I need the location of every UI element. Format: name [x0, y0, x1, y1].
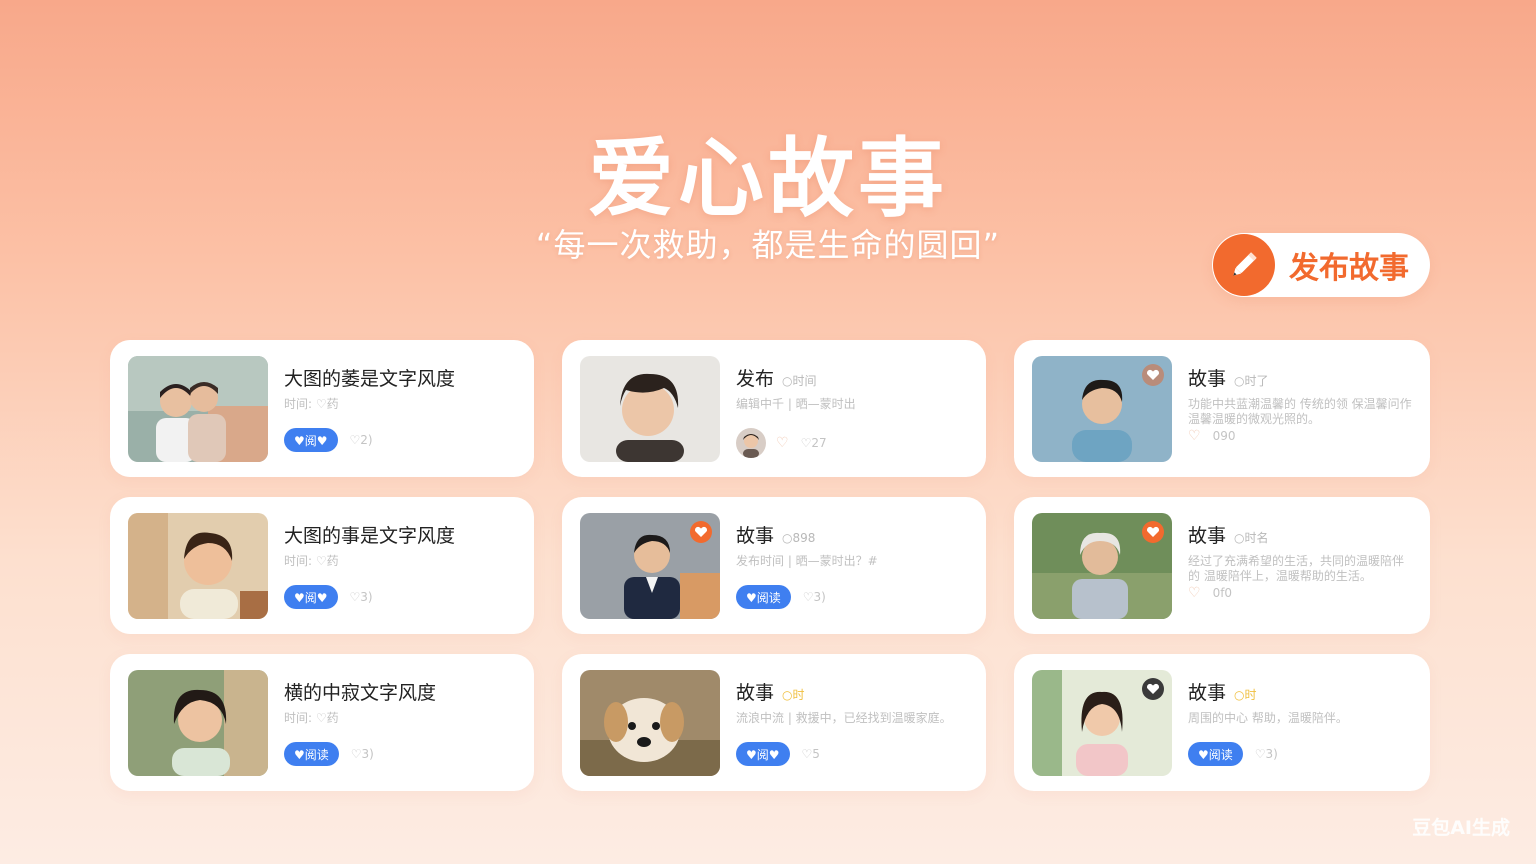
read-button[interactable]: ♥阅读	[736, 585, 791, 609]
card-meta: 时间: ♡药	[284, 397, 339, 411]
card-meta: 功能中共蓝潮温馨的 传统的领 保温馨问作 温馨温暖的微观光照的。	[1188, 397, 1412, 426]
story-image-couple	[128, 356, 268, 462]
heart-icon[interactable]: ♡	[776, 435, 789, 451]
card-meta: 经过了充满希望的生活，共同的温暖陪伴的 温暖陪伴上，温暖帮助的生活。	[1188, 554, 1405, 583]
like-count[interactable]: ♡2)	[350, 433, 373, 447]
read-button[interactable]: ♥阅♥	[736, 742, 790, 766]
like-count[interactable]: ♡5	[802, 747, 820, 761]
story-image-dog	[580, 670, 720, 776]
story-image-woman	[580, 356, 720, 462]
story-card[interactable]: 故事 ○时了 功能中共蓝潮温馨的 传统的领 保温馨问作 温馨温暖的微观光照的。 ♡…	[1014, 340, 1430, 477]
story-image-girl	[128, 670, 268, 776]
card-title: 故事 ○898	[736, 525, 816, 547]
story-card[interactable]: 故事 ○时名 经过了充满希望的生活，共同的温暖陪伴的 温暖陪伴上，温暖帮助的生活。…	[1014, 497, 1430, 634]
like-count[interactable]: ♡3)	[803, 590, 826, 604]
like-count[interactable]: 090	[1213, 429, 1236, 443]
story-card[interactable]: 故事 ○时 流浪中流 | 救援中，已经找到温暖家庭。 ♥阅♥ ♡5	[562, 654, 986, 791]
story-card[interactable]: 发布 ○时间 编辑中千 | 晒—蒙时出 ♡ ♡27	[562, 340, 986, 477]
card-meta: 周围的中心 帮助，温暖陪伴。	[1188, 711, 1348, 725]
card-title: 故事 ○时名	[1188, 525, 1269, 547]
read-button[interactable]: ♥阅读	[1188, 742, 1243, 766]
publish-button-label: 发布故事	[1289, 251, 1409, 286]
card-meta: 发布时间 | 晒—蒙时出？#	[736, 554, 878, 568]
read-button[interactable]: ♥阅♥	[284, 585, 338, 609]
heart-icon[interactable]	[1142, 364, 1164, 386]
story-card[interactable]: 故事 ○898 发布时间 | 晒—蒙时出？# ♥阅读 ♡3)	[562, 497, 986, 634]
card-meta: 编辑中千 | 晒—蒙时出	[736, 397, 856, 411]
heart-icon[interactable]	[1142, 521, 1164, 543]
read-button[interactable]: ♥阅♥	[284, 428, 338, 452]
story-image-child	[128, 513, 268, 619]
pencil-icon	[1213, 234, 1275, 296]
story-card[interactable]: 故事 ○时 周围的中心 帮助，温暖陪伴。 ♥阅读 ♡3)	[1014, 654, 1430, 791]
heart-icon[interactable]: ♡	[1188, 585, 1201, 601]
card-title: 故事 ○时	[736, 682, 805, 704]
heart-icon[interactable]	[1142, 678, 1164, 700]
card-title: 故事 ○时了	[1188, 368, 1269, 390]
like-count[interactable]: ♡27	[801, 436, 827, 450]
read-button[interactable]: ♥阅读	[284, 742, 339, 766]
like-count[interactable]: 0f0	[1213, 586, 1233, 600]
story-card[interactable]: 大图的事是文字风度 时间: ♡药 ♥阅♥ ♡3)	[110, 497, 534, 634]
heart-icon[interactable]	[690, 521, 712, 543]
page-title: 爱心故事	[588, 129, 948, 229]
card-meta: 时间: ♡药	[284, 711, 339, 725]
story-image-man-suit	[580, 513, 720, 619]
like-count[interactable]: ♡3)	[351, 747, 374, 761]
card-tag: ○时	[1234, 688, 1257, 702]
story-card[interactable]: 横的中寂文字风度 时间: ♡药 ♥阅读 ♡3)	[110, 654, 534, 791]
card-tag: ○时名	[1234, 531, 1269, 545]
avatar	[736, 428, 766, 458]
card-tag: ○时了	[1234, 374, 1269, 388]
heart-icon[interactable]: ♡	[1188, 428, 1201, 444]
story-card[interactable]: 大图的萎是文字风度 时间: ♡药 ♥阅♥ ♡2)	[110, 340, 534, 477]
card-tag: ○时间	[782, 374, 817, 388]
card-meta: 流浪中流 | 救援中，已经找到温暖家庭。	[736, 711, 952, 725]
card-tag: ○898	[782, 531, 816, 545]
card-title: 大图的萎是文字风度	[284, 368, 456, 390]
card-meta: 时间: ♡药	[284, 554, 339, 568]
card-tag: ○时	[782, 688, 805, 702]
story-image-elder	[1032, 513, 1172, 619]
like-count[interactable]: ♡3)	[1255, 747, 1278, 761]
card-title: 故事 ○时	[1188, 682, 1257, 704]
like-count[interactable]: ♡3)	[350, 590, 373, 604]
card-title: 发布 ○时间	[736, 368, 817, 390]
watermark: 豆包AI生成	[1412, 817, 1510, 839]
story-image-young-woman	[1032, 670, 1172, 776]
card-title: 横的中寂文字风度	[284, 682, 437, 704]
story-image-boy	[1032, 356, 1172, 462]
card-title: 大图的事是文字风度	[284, 525, 456, 547]
publish-story-button[interactable]: 发布故事	[1212, 233, 1430, 297]
